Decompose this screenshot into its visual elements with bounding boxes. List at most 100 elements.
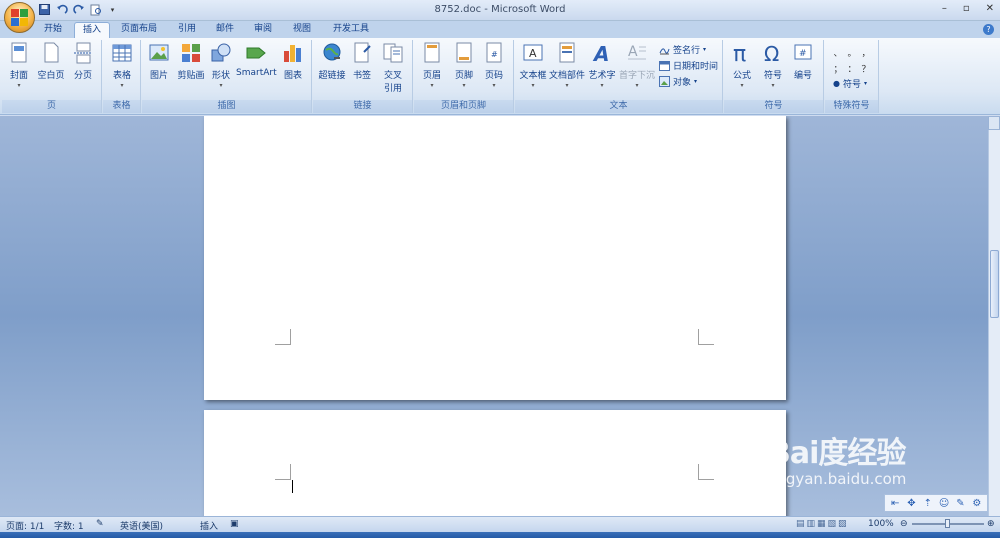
margin-corner: [275, 464, 291, 480]
footer-button[interactable]: 页脚 ▾: [450, 42, 478, 89]
punct-btn[interactable]: ：: [845, 62, 859, 75]
chart-button[interactable]: 图表: [280, 42, 306, 81]
gear-icon[interactable]: ⚙: [971, 498, 982, 509]
margin-corner: [698, 464, 714, 480]
smartart-button[interactable]: SmartArt: [236, 42, 277, 78]
group-label-text: 文本: [515, 100, 722, 113]
textbox-button[interactable]: A 文本框 ▾: [517, 42, 549, 89]
special-symbol-button[interactable]: ● 符号 ▾: [833, 77, 867, 90]
cover-page-button[interactable]: 封面 ▾: [6, 42, 32, 89]
punct-btn[interactable]: ？: [859, 62, 873, 75]
restore-button[interactable]: ▫: [963, 3, 970, 14]
symbol-button[interactable]: Ω 符号 ▾: [760, 42, 786, 89]
hyperlink-button[interactable]: 超链接: [317, 42, 347, 81]
numbering-button[interactable]: # 编号: [790, 42, 816, 81]
align-icon[interactable]: ⇤: [890, 498, 901, 509]
top-icon[interactable]: ⇡: [922, 498, 933, 509]
punct-btn[interactable]: 。: [845, 46, 859, 59]
tab-references[interactable]: 引用: [170, 22, 204, 38]
page-break-button[interactable]: 分页: [70, 42, 96, 81]
blank-page-button[interactable]: 空白页: [36, 42, 66, 81]
cover-page-icon: [11, 42, 27, 63]
watermark-url: jingyan.baidu.com: [768, 470, 907, 488]
smile-icon[interactable]: ☺: [939, 498, 950, 509]
group-label-table: 表格: [103, 100, 140, 113]
object-button[interactable]: 对象 ▾: [659, 75, 697, 88]
zoom-out-icon[interactable]: ⊖: [900, 519, 908, 529]
baidu-watermark: Bai度经验 jingyan.baidu.com: [768, 428, 906, 488]
ruler-toggle-button[interactable]: [988, 116, 1000, 130]
help-icon[interactable]: ?: [983, 24, 994, 35]
blank-page-icon: [44, 42, 59, 63]
tab-review[interactable]: 审阅: [246, 22, 280, 38]
vertical-scrollbar[interactable]: [988, 130, 1000, 516]
macro-record-icon[interactable]: ▣: [230, 519, 239, 529]
proofing-icon[interactable]: ✎: [96, 519, 104, 529]
tab-page-layout[interactable]: 页面布局: [113, 22, 165, 38]
clipart-button[interactable]: 剪贴画: [176, 42, 206, 81]
insert-mode[interactable]: 插入: [200, 519, 218, 532]
footer-icon: [456, 42, 472, 63]
window-title: 8752.doc - Microsoft Word: [434, 4, 566, 15]
group-label-pages: 页: [2, 100, 101, 113]
move-icon[interactable]: ✥: [906, 498, 917, 509]
chart-icon: [284, 45, 301, 62]
punct-btn[interactable]: ；: [831, 62, 845, 75]
drop-cap-icon: A: [628, 44, 646, 60]
document-page-2[interactable]: [204, 410, 786, 516]
title-bar: ▾ 8752.doc - Microsoft Word – ▫ ✕: [0, 0, 1000, 21]
omega-icon: Ω: [764, 42, 779, 64]
svg-text:π: π: [733, 42, 746, 64]
pen-icon[interactable]: ✎: [955, 498, 966, 509]
minimize-button[interactable]: –: [942, 3, 947, 14]
picture-icon: [149, 44, 169, 61]
svg-text:Ω: Ω: [764, 42, 779, 64]
tab-home[interactable]: 开始: [36, 22, 70, 38]
tab-view[interactable]: 视图: [285, 22, 319, 38]
scrollbar-thumb[interactable]: [990, 250, 999, 318]
pi-icon: π: [733, 42, 746, 64]
smartart-icon: [246, 47, 266, 59]
svg-text:A: A: [628, 44, 638, 60]
picture-button[interactable]: 图片: [146, 42, 172, 81]
group-text: A 文本框 ▾ 文档部件 ▾ A 艺术字 ▾ A 首字下沉 ▾ 签名行 ▾ 日期和时间 对…: [515, 40, 723, 113]
zoom-slider[interactable]: [912, 519, 984, 528]
zoom-level[interactable]: 100%: [868, 519, 894, 529]
zoom-slider-thumb[interactable]: [945, 519, 950, 528]
bookmark-button[interactable]: 书签: [351, 42, 373, 81]
signature-line-button[interactable]: 签名行 ▾: [659, 43, 706, 56]
cross-reference-button[interactable]: 交叉 引用: [379, 42, 407, 94]
taskbar: [0, 532, 1000, 538]
punct-btn[interactable]: 、: [831, 46, 845, 59]
language[interactable]: 英语(美国): [120, 519, 163, 532]
close-button[interactable]: ✕: [986, 3, 994, 14]
word-count[interactable]: 字数: 1: [54, 519, 84, 532]
tab-mailings[interactable]: 邮件: [208, 22, 242, 38]
date-time-button[interactable]: 日期和时间: [659, 59, 718, 72]
page-break-icon: [74, 42, 92, 64]
floating-toolbar: ⇤ ✥ ⇡ ☺ ✎ ⚙: [884, 494, 988, 512]
table-button[interactable]: 表格 ▾: [108, 42, 136, 89]
svg-text:A: A: [529, 47, 537, 60]
zoom-in-icon[interactable]: ⊕: [987, 519, 995, 529]
drop-cap-button[interactable]: A 首字下沉 ▾: [619, 42, 655, 89]
page-count[interactable]: 页面: 1/1: [6, 519, 44, 532]
text-cursor: [292, 480, 293, 493]
group-illustrations: 图片 剪贴画 形状 ▾ SmartArt 图表 插图: [142, 40, 312, 113]
quick-parts-button[interactable]: 文档部件 ▾: [549, 42, 585, 89]
page-number-button[interactable]: # 页码 ▾: [480, 42, 508, 89]
view-buttons[interactable]: ▤▥▦▧▨: [796, 519, 849, 529]
wordart-button[interactable]: A 艺术字 ▾: [587, 42, 617, 89]
ribbon: 封面 ▾ 空白页 分页 页 表格 ▾ 表格 图片 剪贴画 形状 ▾ SmartA…: [0, 38, 1000, 115]
tab-developer[interactable]: 开发工具: [325, 22, 377, 38]
ribbon-tabs: 开始 插入 页面布局 引用 邮件 审阅 视图 开发工具 ?: [0, 21, 1000, 38]
tab-insert[interactable]: 插入: [74, 22, 111, 38]
shapes-icon: [211, 43, 231, 62]
punct-btn[interactable]: ，: [859, 46, 873, 59]
office-button[interactable]: [4, 2, 35, 33]
document-page-1[interactable]: [204, 116, 786, 400]
equation-button[interactable]: π 公式 ▾: [728, 42, 756, 89]
header-button[interactable]: 页眉 ▾: [418, 42, 446, 89]
group-label-header-footer: 页眉和页脚: [414, 100, 513, 113]
shapes-button[interactable]: 形状 ▾: [208, 42, 234, 89]
